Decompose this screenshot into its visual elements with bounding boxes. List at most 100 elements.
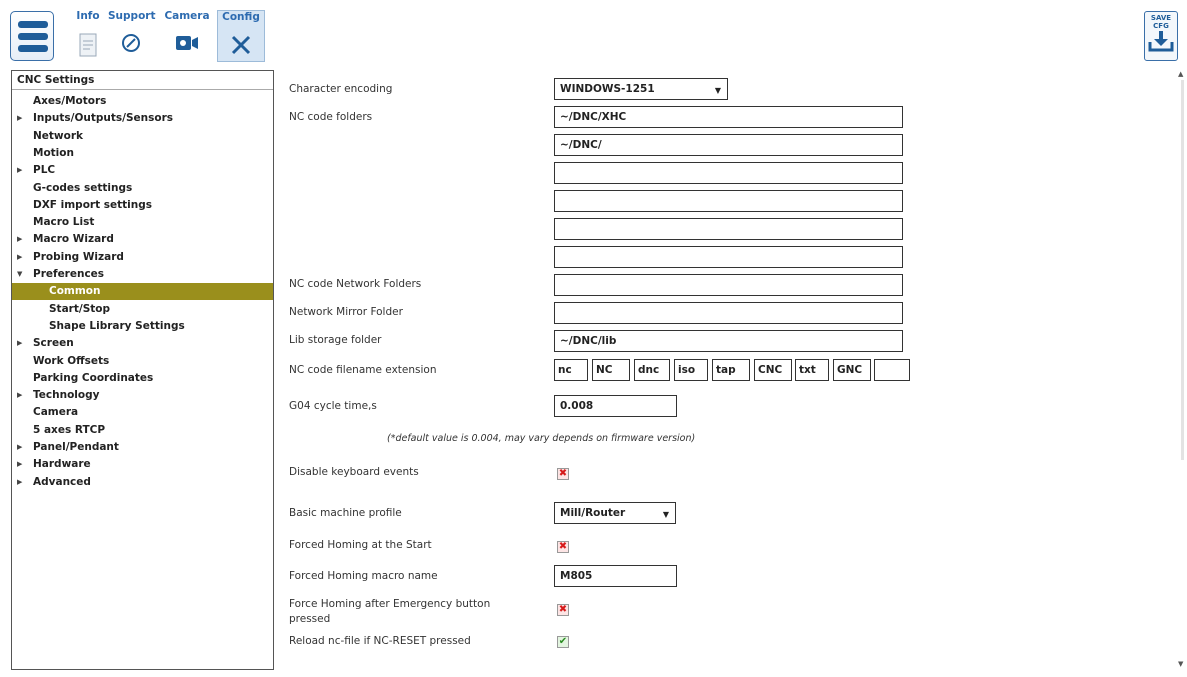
- forced-homing-checkbox[interactable]: ✖: [557, 541, 569, 553]
- chevron-right-icon[interactable]: ▶: [17, 249, 22, 266]
- settings-tree: CNC Settings Axes/Motors ▶ Inputs/Outputs/…: [11, 70, 274, 670]
- sidebar-item-network[interactable]: Network: [12, 128, 273, 145]
- extension-field[interactable]: dnc: [634, 359, 670, 381]
- sidebar-item-label: Macro Wizard: [33, 233, 114, 246]
- chevron-right-icon[interactable]: ▶: [17, 335, 22, 352]
- sidebar-item-label: Hardware: [33, 458, 91, 471]
- scroll-down-icon[interactable]: ▼: [1178, 660, 1183, 668]
- extension-field[interactable]: txt: [795, 359, 829, 381]
- sidebar-item-inputs-outputs-sensors[interactable]: ▶ Inputs/Outputs/Sensors: [12, 110, 273, 127]
- nc-folder-field[interactable]: ~/DNC/: [554, 134, 903, 156]
- camera-icon: [176, 36, 198, 50]
- sidebar-item-5-axes-rtcp[interactable]: 5 axes RTCP: [12, 422, 273, 439]
- extension-field[interactable]: [874, 359, 910, 381]
- menu-icon: [18, 21, 48, 28]
- sidebar-item-start-stop[interactable]: Start/Stop: [12, 301, 273, 318]
- compass-icon: [122, 34, 140, 52]
- save-config-button[interactable]: SAVE CFG: [1144, 11, 1178, 61]
- chevron-right-icon[interactable]: ▶: [17, 456, 22, 473]
- sidebar-item-label: Panel/Pendant: [33, 441, 119, 453]
- scroll-thumb[interactable]: [1181, 80, 1184, 460]
- sidebar-item-technology[interactable]: ▶ Technology: [12, 387, 273, 404]
- sidebar-item-macro-list[interactable]: Macro List: [12, 214, 273, 231]
- nc-folder-field[interactable]: [554, 218, 903, 240]
- chevron-right-icon[interactable]: ▶: [17, 231, 22, 248]
- extension-field[interactable]: iso: [674, 359, 708, 381]
- lib-storage-field[interactable]: ~/DNC/lib: [554, 330, 903, 352]
- extensions-label: NC code filename extension: [289, 364, 437, 376]
- main-menu-button[interactable]: [10, 11, 54, 61]
- sidebar-item-motion[interactable]: Motion: [12, 145, 273, 162]
- char-encoding-value: WINDOWS-1251: [560, 83, 655, 95]
- reload-nc-checkbox[interactable]: ✔: [557, 636, 569, 648]
- network-mirror-field[interactable]: [554, 302, 903, 324]
- machine-profile-label: Basic machine profile: [289, 507, 402, 519]
- sidebar-item-hardware[interactable]: ▶ Hardware: [12, 456, 273, 473]
- sidebar-item-macro-wizard[interactable]: ▶ Macro Wizard: [12, 231, 273, 248]
- tab-info-label: Info: [76, 10, 100, 22]
- char-encoding-select[interactable]: WINDOWS-1251 ▼: [554, 78, 728, 100]
- nc-folder-field[interactable]: ~/DNC/XHC: [554, 106, 903, 128]
- sidebar-item-screen[interactable]: ▶ Screen: [12, 335, 273, 352]
- scroll-up-icon[interactable]: ▲: [1178, 70, 1183, 78]
- sidebar-item-common[interactable]: Common: [12, 283, 273, 301]
- tab-config-label: Config: [222, 11, 260, 23]
- sidebar-item-preferences[interactable]: ▼ Preferences: [12, 266, 273, 283]
- menu-icon-bar: [18, 45, 48, 52]
- extension-field[interactable]: tap: [712, 359, 750, 381]
- chevron-right-icon[interactable]: ▶: [17, 110, 22, 127]
- sidebar-item-camera[interactable]: Camera: [12, 404, 273, 421]
- chevron-right-icon[interactable]: ▶: [17, 162, 22, 179]
- sidebar-item-label: Work Offsets: [33, 354, 110, 367]
- sidebar-item-label: Parking Coordinates: [33, 371, 154, 384]
- g04-field[interactable]: 0.008: [554, 395, 677, 417]
- tree-header: CNC Settings: [12, 71, 273, 90]
- chevron-right-icon[interactable]: ▶: [17, 387, 22, 404]
- chevron-down-icon: ▼: [714, 86, 721, 95]
- g04-label: G04 cycle time,s: [289, 400, 377, 412]
- sidebar-item-work-offsets[interactable]: Work Offsets: [12, 353, 273, 370]
- homing-macro-field[interactable]: M805: [554, 565, 677, 587]
- tools-icon: [231, 35, 251, 55]
- extension-field[interactable]: GNC: [833, 359, 871, 381]
- extension-field[interactable]: nc: [554, 359, 588, 381]
- sidebar-item-plc[interactable]: ▶ PLC: [12, 162, 273, 179]
- save-label-2: CFG: [1153, 22, 1169, 30]
- chevron-down-icon[interactable]: ▼: [17, 266, 22, 283]
- forced-homing-label: Forced Homing at the Start: [289, 539, 432, 551]
- sidebar-item-label: Shape Library Settings: [49, 319, 185, 332]
- sidebar-item-label: Probing Wizard: [33, 250, 124, 263]
- disable-keyboard-checkbox[interactable]: ✖: [557, 468, 569, 480]
- disable-keyboard-label: Disable keyboard events: [289, 466, 419, 478]
- sidebar-item-panel-pendant[interactable]: ▶ Panel/Pendant: [12, 439, 273, 456]
- sidebar-item-g-codes-settings[interactable]: G-codes settings: [12, 180, 273, 197]
- machine-profile-select[interactable]: Mill/Router ▼: [554, 502, 676, 524]
- g04-note: (*default value is 0.004, may vary depen…: [387, 433, 696, 444]
- nc-folder-field[interactable]: [554, 246, 903, 268]
- sidebar-item-label: Common: [49, 285, 101, 298]
- sidebar-item-dxf-import-settings[interactable]: DXF import settings: [12, 197, 273, 214]
- sidebar-item-advanced[interactable]: ▶ Advanced: [12, 474, 273, 491]
- nc-folder-field[interactable]: [554, 162, 903, 184]
- tab-camera[interactable]: Camera: [163, 10, 211, 62]
- vertical-scrollbar[interactable]: ▲ ▼: [1173, 68, 1187, 672]
- tab-config[interactable]: Config: [217, 10, 265, 62]
- extension-field[interactable]: NC: [592, 359, 630, 381]
- chevron-right-icon[interactable]: ▶: [17, 439, 22, 456]
- sidebar-item-axes-motors[interactable]: Axes/Motors: [12, 93, 273, 110]
- sidebar-item-probing-wizard[interactable]: ▶ Probing Wizard: [12, 249, 273, 266]
- homing-macro-label: Forced Homing macro name: [289, 570, 438, 582]
- nc-network-folders-field[interactable]: [554, 274, 903, 296]
- homing-emergency-label-2: pressed: [289, 613, 331, 625]
- sidebar-item-label: Start/Stop: [49, 302, 111, 315]
- chevron-right-icon[interactable]: ▶: [17, 474, 22, 491]
- extension-field[interactable]: CNC: [754, 359, 792, 381]
- homing-emergency-label-1: Force Homing after Emergency button: [289, 598, 491, 610]
- tab-support[interactable]: Support: [108, 10, 155, 62]
- sidebar-item-parking-coordinates[interactable]: Parking Coordinates: [12, 370, 273, 387]
- sidebar-item-label: Technology: [33, 389, 100, 402]
- tab-info[interactable]: Info: [70, 10, 106, 62]
- nc-folder-field[interactable]: [554, 190, 903, 212]
- sidebar-item-shape-library-settings[interactable]: Shape Library Settings: [12, 318, 273, 335]
- homing-emergency-checkbox[interactable]: ✖: [557, 604, 569, 616]
